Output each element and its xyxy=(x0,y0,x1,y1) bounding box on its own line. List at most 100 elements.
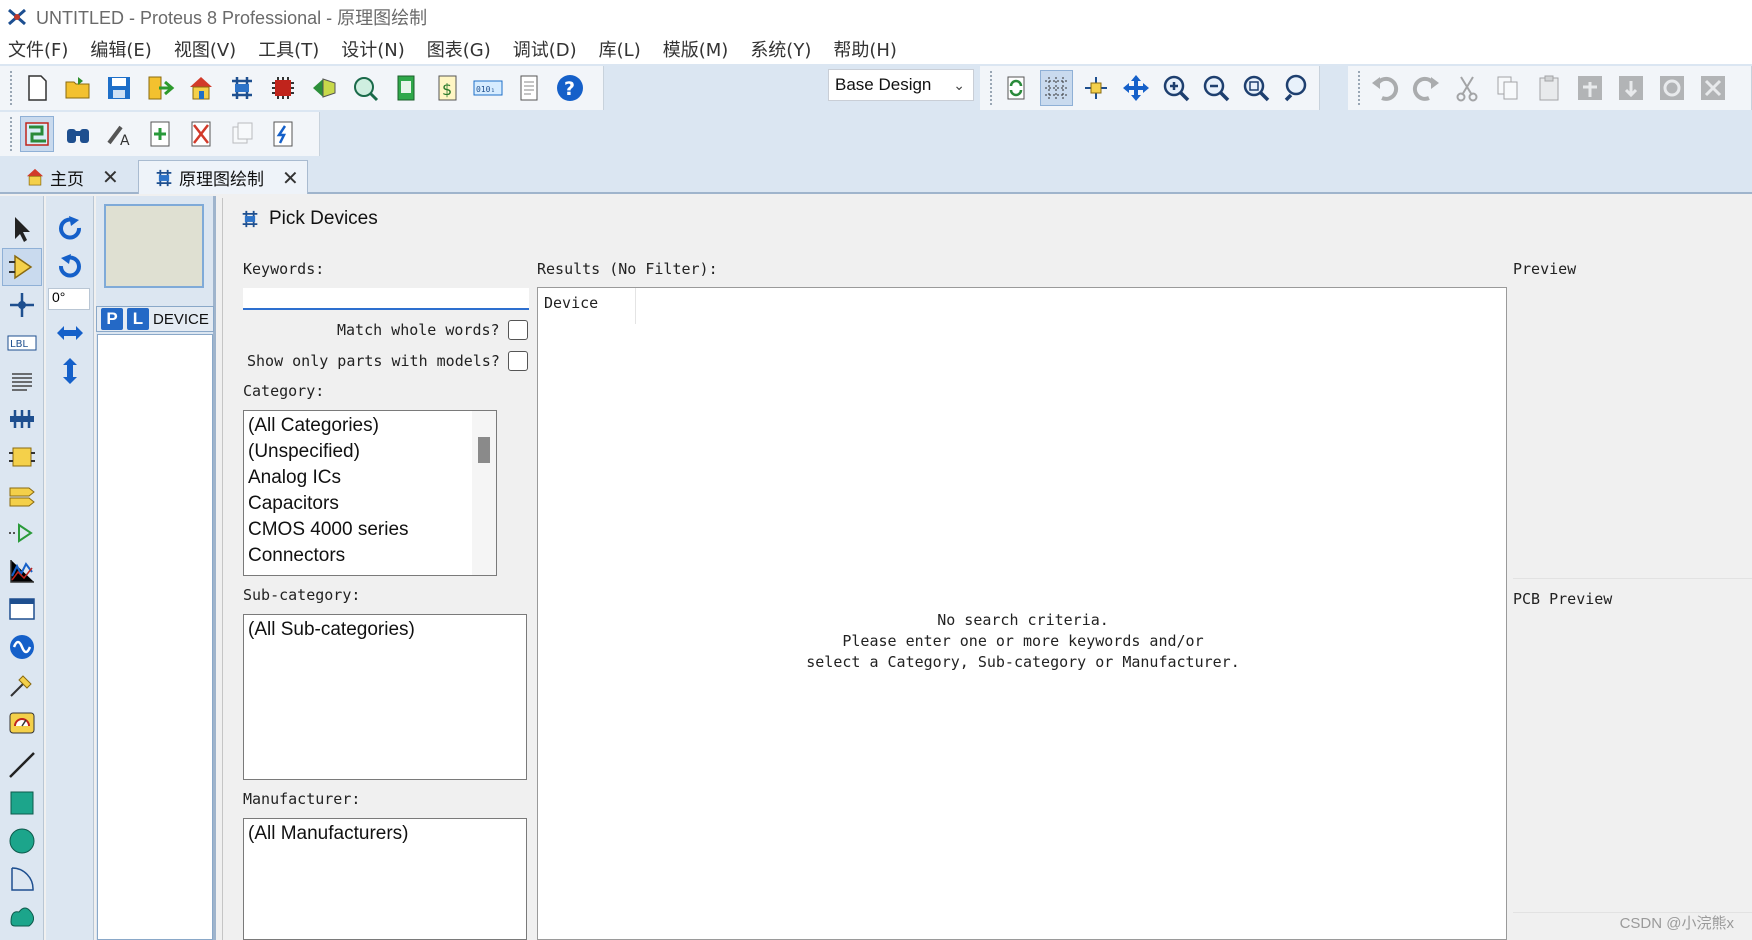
menu-help[interactable]: 帮助(H) xyxy=(833,36,897,62)
pan-button[interactable] xyxy=(1120,70,1153,106)
zoom-in-button[interactable] xyxy=(1160,70,1193,106)
arc-tool[interactable] xyxy=(2,860,42,898)
results-column-header[interactable]: Device xyxy=(538,288,636,324)
zoom-out-button[interactable] xyxy=(1199,70,1232,106)
cut-button[interactable] xyxy=(1450,70,1484,106)
paste-button[interactable] xyxy=(1532,70,1566,106)
redo-button[interactable] xyxy=(1409,70,1443,106)
menu-edit[interactable]: 编辑(E) xyxy=(90,36,151,62)
active-popup-tool[interactable] xyxy=(2,590,42,628)
path-tool[interactable] xyxy=(2,898,42,936)
tab-home[interactable]: 主页 ✕ xyxy=(24,160,128,194)
block-rotate-button[interactable] xyxy=(1655,70,1689,106)
undo-button[interactable] xyxy=(1368,70,1402,106)
false-origin-button[interactable] xyxy=(1080,70,1113,106)
pick-devices-button[interactable]: P xyxy=(101,308,123,330)
menu-library[interactable]: 库(L) xyxy=(599,36,641,62)
list-item[interactable]: (All Sub-categories) xyxy=(248,617,522,643)
search-part-button[interactable] xyxy=(61,116,95,152)
3d-visualizer-button[interactable] xyxy=(307,70,341,106)
tab-schematic[interactable]: 原理图绘制 ✕ xyxy=(138,160,308,194)
list-item[interactable]: (All Manufacturers) xyxy=(248,821,522,847)
close-icon[interactable]: ✕ xyxy=(102,165,119,189)
overview-window[interactable] xyxy=(104,204,204,288)
block-move-button[interactable] xyxy=(1614,70,1648,106)
save-button[interactable] xyxy=(102,70,136,106)
wire-autorouter-button[interactable] xyxy=(20,116,54,152)
junction-dot-tool[interactable] xyxy=(2,286,42,324)
electrical-rule-check-button[interactable] xyxy=(266,116,300,152)
rotate-anticlockwise-button[interactable] xyxy=(48,248,92,286)
menu-file[interactable]: 文件(F) xyxy=(8,36,68,62)
category-list[interactable]: (All Categories) (Unspecified) Analog IC… xyxy=(243,410,497,576)
text-script-tool[interactable] xyxy=(2,362,42,400)
library-manager-button[interactable]: L xyxy=(127,308,149,330)
line-tool[interactable] xyxy=(2,746,42,784)
design-explorer-button[interactable] xyxy=(389,70,423,106)
menu-tools[interactable]: 工具(T) xyxy=(258,36,319,62)
zoom-all-button[interactable] xyxy=(1239,70,1272,106)
copy-button[interactable] xyxy=(1491,70,1525,106)
graph-tool[interactable] xyxy=(2,552,42,590)
keywords-input[interactable] xyxy=(243,288,529,310)
list-item[interactable]: (All Categories) xyxy=(248,413,492,439)
circle-tool[interactable] xyxy=(2,822,42,860)
menu-view[interactable]: 视图(V) xyxy=(174,36,236,62)
menu-template[interactable]: 模版(M) xyxy=(663,36,729,62)
generator-tool[interactable] xyxy=(2,628,42,666)
refresh-button[interactable] xyxy=(1000,70,1033,106)
probe-tool[interactable] xyxy=(2,666,42,704)
component-mode-tool[interactable] xyxy=(2,248,42,286)
toggle-grid-button[interactable] xyxy=(1039,70,1073,106)
toolbar-grip[interactable] xyxy=(1358,71,1362,105)
scrollbar-thumb[interactable] xyxy=(478,437,490,463)
pcb-layout-button[interactable] xyxy=(266,70,300,106)
block-delete-button[interactable] xyxy=(1696,70,1730,106)
device-pins-tool[interactable] xyxy=(2,514,42,552)
mirror-horizontal-button[interactable] xyxy=(48,314,92,352)
subcategory-list[interactable]: (All Sub-categories) xyxy=(243,614,527,780)
wire-label-tool[interactable]: LBL xyxy=(2,324,42,362)
toolbar-grip[interactable] xyxy=(990,71,994,105)
menu-debug[interactable]: 调试(D) xyxy=(513,36,577,62)
manufacturer-list[interactable]: (All Manufacturers) xyxy=(243,818,527,940)
box-tool[interactable] xyxy=(2,784,42,822)
mirror-vertical-button[interactable] xyxy=(48,352,92,390)
schematic-capture-button[interactable] xyxy=(225,70,259,106)
block-copy-button[interactable] xyxy=(1573,70,1607,106)
virtual-instruments-tool[interactable] xyxy=(2,704,42,742)
results-list[interactable]: Device No search criteria. Please enter … xyxy=(537,287,1507,940)
subcircuit-tool[interactable] xyxy=(2,438,42,476)
exit-parent-sheet-button[interactable] xyxy=(225,116,259,152)
rotation-angle-field[interactable]: 0° xyxy=(48,288,90,310)
toolbar-grip[interactable] xyxy=(10,117,14,151)
category-scrollbar[interactable] xyxy=(472,411,496,575)
import-button[interactable] xyxy=(143,70,177,106)
menu-graph[interactable]: 图表(G) xyxy=(427,36,491,62)
help-button[interactable]: ? xyxy=(553,70,587,106)
new-sheet-button[interactable] xyxy=(143,116,177,152)
remove-sheet-button[interactable] xyxy=(184,116,218,152)
device-list[interactable] xyxy=(97,334,213,940)
home-page-button[interactable] xyxy=(184,70,218,106)
list-item[interactable]: Analog ICs xyxy=(248,465,492,491)
list-item[interactable]: (Unspecified) xyxy=(248,439,492,465)
menu-design[interactable]: 设计(N) xyxy=(341,36,405,62)
zoom-area-button[interactable] xyxy=(1279,70,1312,106)
open-file-button[interactable] xyxy=(61,70,95,106)
terminals-tool[interactable] xyxy=(2,476,42,514)
bill-of-materials-button[interactable]: $ xyxy=(430,70,464,106)
close-icon[interactable]: ✕ xyxy=(282,166,299,190)
buses-tool[interactable] xyxy=(2,400,42,438)
selection-mode-tool[interactable] xyxy=(2,210,42,248)
gerber-viewer-button[interactable] xyxy=(348,70,382,106)
list-item[interactable]: Capacitors xyxy=(248,491,492,517)
rotate-clockwise-button[interactable] xyxy=(48,210,92,248)
menu-system[interactable]: 系统(Y) xyxy=(750,36,811,62)
show-models-checkbox[interactable] xyxy=(507,351,528,371)
list-item[interactable]: CMOS 4000 series xyxy=(248,517,492,543)
property-assignment-button[interactable]: A xyxy=(102,116,136,152)
list-item[interactable]: Connectors xyxy=(248,543,492,569)
design-notes-button[interactable] xyxy=(512,70,546,106)
design-variant-select[interactable]: Base Design ⌄ xyxy=(828,69,974,101)
